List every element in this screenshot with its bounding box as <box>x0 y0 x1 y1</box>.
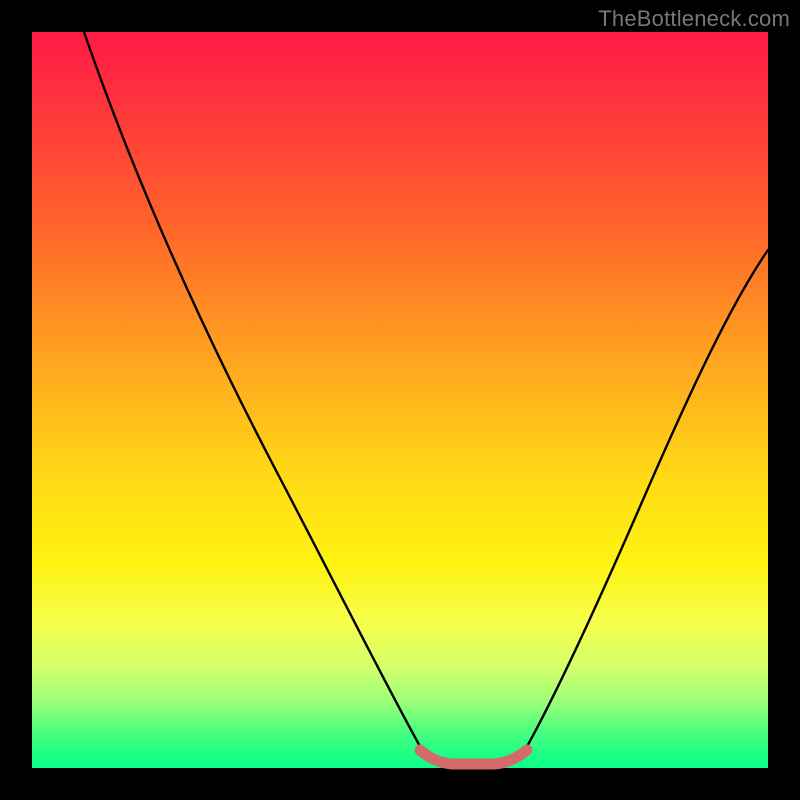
chart-frame: TheBottleneck.com <box>0 0 800 800</box>
plot-area <box>32 32 768 768</box>
left-branch-curve <box>84 32 422 750</box>
curve-layer <box>32 32 768 768</box>
watermark-text: TheBottleneck.com <box>598 6 790 32</box>
right-branch-curve <box>525 250 768 750</box>
flat-bottom-segment <box>420 750 527 764</box>
